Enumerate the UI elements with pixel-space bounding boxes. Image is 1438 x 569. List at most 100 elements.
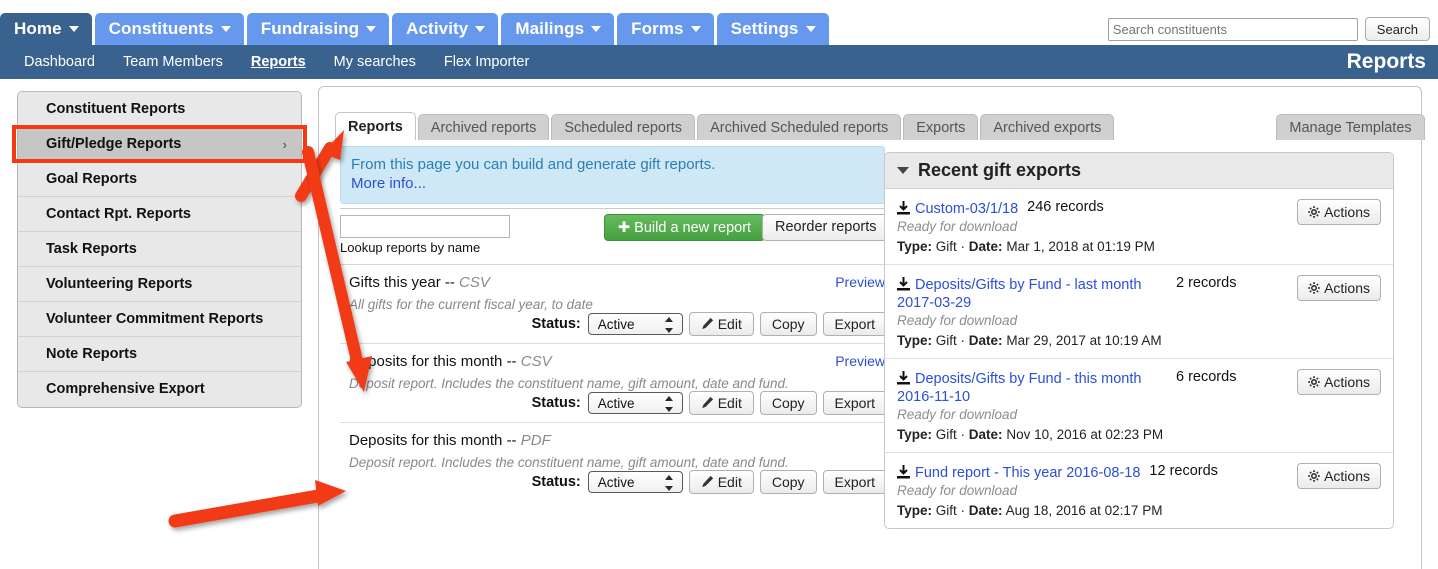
subnav-item-flex-importer[interactable]: Flex Importer (430, 54, 543, 70)
copy-button[interactable]: Copy (759, 391, 817, 415)
lookup-reports-field-group: Lookup reports by name (340, 215, 510, 255)
status-select[interactable]: Active (587, 471, 683, 493)
actions-button[interactable]: Actions (1297, 369, 1381, 395)
nav-tab-settings[interactable]: Settings (716, 13, 829, 45)
export-button[interactable]: Export (822, 312, 887, 336)
sidebar-item-contact-rpt-reports[interactable]: Contact Rpt. Reports (18, 197, 301, 232)
tab-exports[interactable]: Exports (903, 114, 979, 140)
report-list: Gifts this year -- CSV Preview All gifts… (340, 264, 889, 501)
subnav-item-team-members[interactable]: Team Members (109, 54, 237, 70)
tab-manage-templates[interactable]: Manage Templates (1276, 114, 1425, 140)
export-name-wrap: Deposits/Gifts by Fund - this month 2016… (897, 369, 1167, 406)
status-select[interactable]: Active (587, 313, 683, 335)
download-icon (897, 277, 910, 291)
report-title: Deposits for this month -- PDF (340, 432, 889, 449)
copy-button[interactable]: Copy (759, 312, 817, 336)
sidebar-item-comprehensive-export[interactable]: Comprehensive Export (18, 372, 301, 407)
sidebar-item-label: Volunteer Commitment Reports (46, 311, 264, 327)
reorder-reports-button[interactable]: Reorder reports (762, 214, 890, 241)
nav-tab-constituents[interactable]: Constituents (94, 13, 244, 45)
stepper-arrows-icon (664, 475, 674, 491)
chevron-down-icon (366, 25, 377, 32)
sidebar-item-volunteer-commitment-reports[interactable]: Volunteer Commitment Reports (18, 302, 301, 337)
chevron-down-icon (475, 25, 486, 32)
status-select-value: Active (597, 475, 635, 490)
sidebar-item-goal-reports[interactable]: Goal Reports (18, 162, 301, 197)
sidebar-item-note-reports[interactable]: Note Reports (18, 337, 301, 372)
export-button[interactable]: Export (822, 391, 887, 415)
status-label: Status: (531, 474, 581, 490)
export-name-link[interactable]: Deposits/Gifts by Fund - this month 2016… (897, 371, 1141, 405)
nav-tab-mailings[interactable]: Mailings (501, 13, 615, 45)
export-name-link[interactable]: Fund report - This year 2016-08-18 (915, 465, 1140, 481)
export-record-count: 12 records (1149, 463, 1218, 479)
export-type-label: Type: (897, 427, 933, 442)
report-description: All gifts for the current fiscal year, t… (349, 297, 593, 312)
nav-tab-fundraising[interactable]: Fundraising (246, 13, 390, 45)
export-record-count: 6 records (1176, 369, 1237, 385)
tab-scheduled-reports[interactable]: Scheduled reports (551, 114, 696, 140)
actions-button[interactable]: Actions (1297, 199, 1381, 225)
tab-archived-scheduled-reports[interactable]: Archived Scheduled reports (697, 114, 902, 140)
subnav-item-reports[interactable]: Reports (237, 54, 320, 70)
nav-tab-forms[interactable]: Forms (617, 13, 714, 45)
list-item: Deposits/Gifts by Fund - this month 2016… (885, 359, 1393, 453)
export-type-value: Gift (935, 239, 957, 254)
nav-tab-home-label: Home (14, 19, 62, 38)
edit-button[interactable]: Edit (688, 391, 754, 415)
gear-icon (1308, 371, 1320, 395)
report-row-controls: Status: Active Edit Copy Export (532, 470, 887, 494)
preview-link[interactable]: Preview (835, 353, 885, 369)
primary-nav-tabs: Home Constituents Fundraising Activity M… (0, 13, 832, 45)
sidebar-item-gift-pledge-reports[interactable]: Gift/Pledge Reports › (18, 127, 301, 162)
nav-tab-activity[interactable]: Activity (392, 13, 499, 45)
list-item: Deposits/Gifts by Fund - last month 2017… (885, 265, 1393, 359)
sidebar-item-task-reports[interactable]: Task Reports (18, 232, 301, 267)
actions-button[interactable]: Actions (1297, 275, 1381, 301)
sidebar-item-constituent-reports[interactable]: Constituent Reports (18, 92, 301, 127)
edit-button[interactable]: Edit (688, 312, 754, 336)
preview-link[interactable]: Preview (835, 274, 885, 290)
search-input[interactable] (1107, 17, 1358, 41)
export-name-wrap: Fund report - This year 2016-08-18 (897, 463, 1140, 482)
actions-button-label: Actions (1324, 280, 1370, 296)
recent-gift-exports-title: Recent gift exports (918, 160, 1082, 180)
tab-reports[interactable]: Reports (335, 112, 416, 140)
export-name-link[interactable]: Custom-03/1/18 (915, 201, 1018, 217)
export-meta: Type: Gift · Date: Nov 10, 2016 at 02:23… (897, 427, 1164, 442)
more-info-link[interactable]: More info... (351, 174, 874, 194)
report-format: CSV (459, 274, 490, 291)
export-date-label: Date: (968, 427, 1003, 442)
report-format: CSV (520, 353, 552, 370)
export-type-label: Type: (897, 503, 933, 518)
status-select-value: Active (597, 396, 635, 411)
subnav-item-my-searches[interactable]: My searches (320, 54, 430, 70)
status-select-value: Active (597, 317, 635, 332)
sidebar-item-label: Note Reports (46, 346, 138, 362)
tab-archived-exports[interactable]: Archived exports (980, 114, 1115, 140)
sidebar-item-volunteering-reports[interactable]: Volunteering Reports (18, 267, 301, 302)
subnav-item-dashboard[interactable]: Dashboard (10, 54, 109, 70)
edit-button[interactable]: Edit (688, 470, 754, 494)
nav-tab-home[interactable]: Home (0, 13, 92, 45)
export-name-link[interactable]: Deposits/Gifts by Fund - last month 2017… (897, 277, 1141, 311)
lookup-reports-input[interactable] (340, 215, 510, 238)
sidebar-item-label: Comprehensive Export (46, 381, 205, 397)
nav-tab-activity-label: Activity (406, 19, 469, 38)
recent-gift-exports-header[interactable]: Recent gift exports (885, 153, 1393, 189)
status-label: Status: (531, 395, 581, 411)
build-new-report-button[interactable]: ✚ Build a new report (604, 214, 766, 241)
toolbar-divider (340, 208, 889, 209)
report-description: Deposit report. Includes the constituent… (349, 376, 789, 391)
export-button[interactable]: Export (822, 470, 887, 494)
actions-button[interactable]: Actions (1297, 463, 1381, 489)
tab-archived-reports[interactable]: Archived reports (417, 114, 550, 140)
export-date-value: Mar 1, 2018 at 01:19 PM (1006, 239, 1155, 254)
export-date-value: Aug 18, 2016 at 02:17 PM (1005, 503, 1163, 518)
list-item: Fund report - This year 2016-08-18 12 re… (885, 453, 1393, 528)
export-name-wrap: Deposits/Gifts by Fund - last month 2017… (897, 275, 1167, 312)
search-button[interactable]: Search (1364, 17, 1430, 41)
status-select[interactable]: Active (587, 392, 683, 414)
table-row: Deposits for this month -- CSV Preview D… (340, 343, 889, 422)
copy-button[interactable]: Copy (759, 470, 817, 494)
